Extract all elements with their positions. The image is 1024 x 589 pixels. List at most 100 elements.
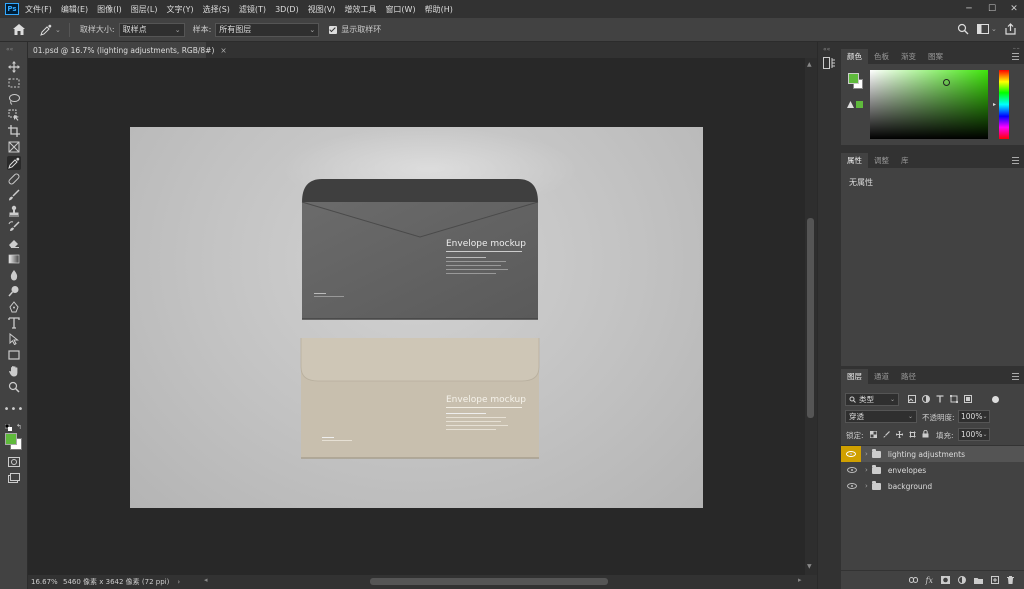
type-filter-icon[interactable] <box>936 395 944 403</box>
horizontal-scroll-thumb[interactable] <box>370 578 608 585</box>
adjustment-filter-icon[interactable] <box>922 395 930 403</box>
chevron-right-icon[interactable]: › <box>865 466 868 474</box>
canvas-area[interactable]: Envelope mockup Envelope mockup <box>28 58 805 575</box>
color-picker-ring[interactable] <box>943 79 950 86</box>
dodge-tool-icon[interactable] <box>7 284 21 298</box>
visibility-toggle[interactable] <box>841 446 861 462</box>
collapse-handle[interactable]: «« <box>6 46 13 53</box>
home-icon[interactable] <box>12 23 26 37</box>
lock-transparent-icon[interactable] <box>870 430 877 438</box>
chevron-right-icon[interactable]: › <box>865 450 868 458</box>
trash-icon[interactable] <box>1007 576 1014 584</box>
more-tools-icon[interactable]: ••• <box>4 402 24 416</box>
layer-name[interactable]: envelopes <box>888 466 926 475</box>
clone-stamp-tool-icon[interactable] <box>7 204 21 218</box>
menu-layer[interactable]: 图层(L) <box>131 4 158 15</box>
panel-menu-icon[interactable] <box>1012 373 1019 380</box>
layer-row-background[interactable]: › background <box>841 478 1024 494</box>
smart-object-filter-icon[interactable] <box>964 395 972 403</box>
lock-pixels-icon[interactable] <box>883 430 890 438</box>
menu-file[interactable]: 文件(F) <box>25 4 52 15</box>
menu-view[interactable]: 视图(V) <box>308 4 336 15</box>
filter-toggle-icon[interactable] <box>992 395 999 403</box>
frame-tool-icon[interactable] <box>7 140 21 154</box>
eraser-tool-icon[interactable] <box>7 236 21 250</box>
history-panel-icon[interactable] <box>823 57 836 71</box>
menu-select[interactable]: 选择(S) <box>203 4 230 15</box>
hue-slider-handle-icon[interactable]: ▸ <box>993 101 996 108</box>
scroll-right-icon[interactable]: ▸ <box>798 576 802 584</box>
lock-all-icon[interactable] <box>922 430 929 438</box>
path-selection-tool-icon[interactable] <box>7 332 21 346</box>
fx-icon[interactable]: fx <box>926 576 933 585</box>
chevron-right-icon[interactable]: › <box>865 482 868 490</box>
panel-menu-icon[interactable] <box>1012 53 1019 60</box>
menu-edit[interactable]: 编辑(E) <box>61 4 88 15</box>
lock-position-icon[interactable] <box>896 430 903 438</box>
workspace-icon[interactable]: ⌄ <box>977 24 997 34</box>
menu-3d[interactable]: 3D(D) <box>275 5 299 14</box>
zoom-level[interactable]: 16.67% <box>31 578 61 586</box>
scroll-up-icon[interactable]: ▲ <box>807 61 812 68</box>
hand-tool-icon[interactable] <box>7 364 21 378</box>
tab-adjustments[interactable]: 调整 <box>868 153 895 168</box>
document-tab[interactable]: 01.psd @ 16.7% (lighting adjustments, RG… <box>28 42 227 58</box>
lasso-tool-icon[interactable] <box>7 92 21 106</box>
shape-filter-icon[interactable] <box>950 395 958 403</box>
foreground-color-swatch[interactable] <box>5 433 17 445</box>
eye-icon[interactable] <box>847 467 857 473</box>
blend-mode-select[interactable]: 穿透 ⌄ <box>845 410 917 423</box>
link-icon[interactable] <box>908 577 918 583</box>
menu-window[interactable]: 窗口(W) <box>385 4 415 15</box>
move-tool-icon[interactable] <box>7 60 21 74</box>
menu-help[interactable]: 帮助(H) <box>425 4 453 15</box>
hue-slider[interactable] <box>999 70 1009 139</box>
tab-channels[interactable]: 通道 <box>868 369 895 384</box>
tab-paths[interactable]: 路径 <box>895 369 922 384</box>
eye-icon[interactable] <box>847 483 857 489</box>
type-tool-icon[interactable] <box>7 316 21 330</box>
layer-filter-select[interactable]: 类型 ⌄ <box>845 393 899 406</box>
rectangle-tool-icon[interactable] <box>7 348 21 362</box>
crop-tool-icon[interactable] <box>7 124 21 138</box>
layer-row-envelopes[interactable]: › envelopes <box>841 462 1024 478</box>
scroll-left-icon[interactable]: ◂ <box>204 576 208 584</box>
tab-properties[interactable]: 属性 <box>841 153 868 168</box>
vertical-scroll-thumb[interactable] <box>807 218 814 418</box>
maximize-button[interactable]: ☐ <box>983 0 1001 18</box>
layer-row-lighting-adjustments[interactable]: › lighting adjustments <box>841 446 1024 462</box>
close-tab-icon[interactable]: × <box>220 46 226 55</box>
collapse-handle[interactable]: «« <box>823 46 830 53</box>
sample-layers-select[interactable]: 所有图层 ⌄ <box>215 22 320 37</box>
close-window-button[interactable]: ✕ <box>1005 0 1023 18</box>
healing-brush-tool-icon[interactable] <box>7 172 21 186</box>
pixel-filter-icon[interactable] <box>908 395 916 403</box>
color-panel-foreground-swatch[interactable] <box>848 73 859 84</box>
status-menu-arrow[interactable]: › <box>177 578 180 586</box>
tab-gradients[interactable]: 渐变 <box>895 49 922 64</box>
marquee-tool-icon[interactable] <box>7 76 21 90</box>
blur-tool-icon[interactable] <box>7 268 21 282</box>
menu-image[interactable]: 图像(I) <box>97 4 122 15</box>
tab-patterns[interactable]: 图案 <box>922 49 949 64</box>
minimize-button[interactable]: ─ <box>960 0 978 18</box>
zoom-tool-icon[interactable] <box>7 380 21 394</box>
opacity-input[interactable]: 100% ⌄ <box>958 410 990 423</box>
menu-type[interactable]: 文字(Y) <box>166 4 193 15</box>
share-icon[interactable] <box>1005 23 1016 37</box>
tool-preset-picker[interactable]: ⌄ <box>40 24 61 36</box>
tab-layers[interactable]: 图层 <box>841 369 868 384</box>
menu-filter[interactable]: 滤镜(T) <box>239 4 266 15</box>
tab-libraries[interactable]: 库 <box>895 153 915 168</box>
color-field[interactable] <box>870 70 988 139</box>
fill-input[interactable]: 100% ⌄ <box>958 428 990 441</box>
adjustment-icon[interactable] <box>958 576 966 584</box>
scroll-down-icon[interactable]: ▼ <box>807 563 812 570</box>
gradient-tool-icon[interactable] <box>7 252 21 266</box>
menu-plugins[interactable]: 增效工具 <box>344 4 376 15</box>
tab-color[interactable]: 颜色 <box>841 49 868 64</box>
group-icon[interactable] <box>974 577 983 584</box>
panel-menu-icon[interactable] <box>1012 157 1019 164</box>
sample-size-select[interactable]: 取样点 ⌄ <box>118 22 185 37</box>
search-icon[interactable] <box>957 23 969 37</box>
